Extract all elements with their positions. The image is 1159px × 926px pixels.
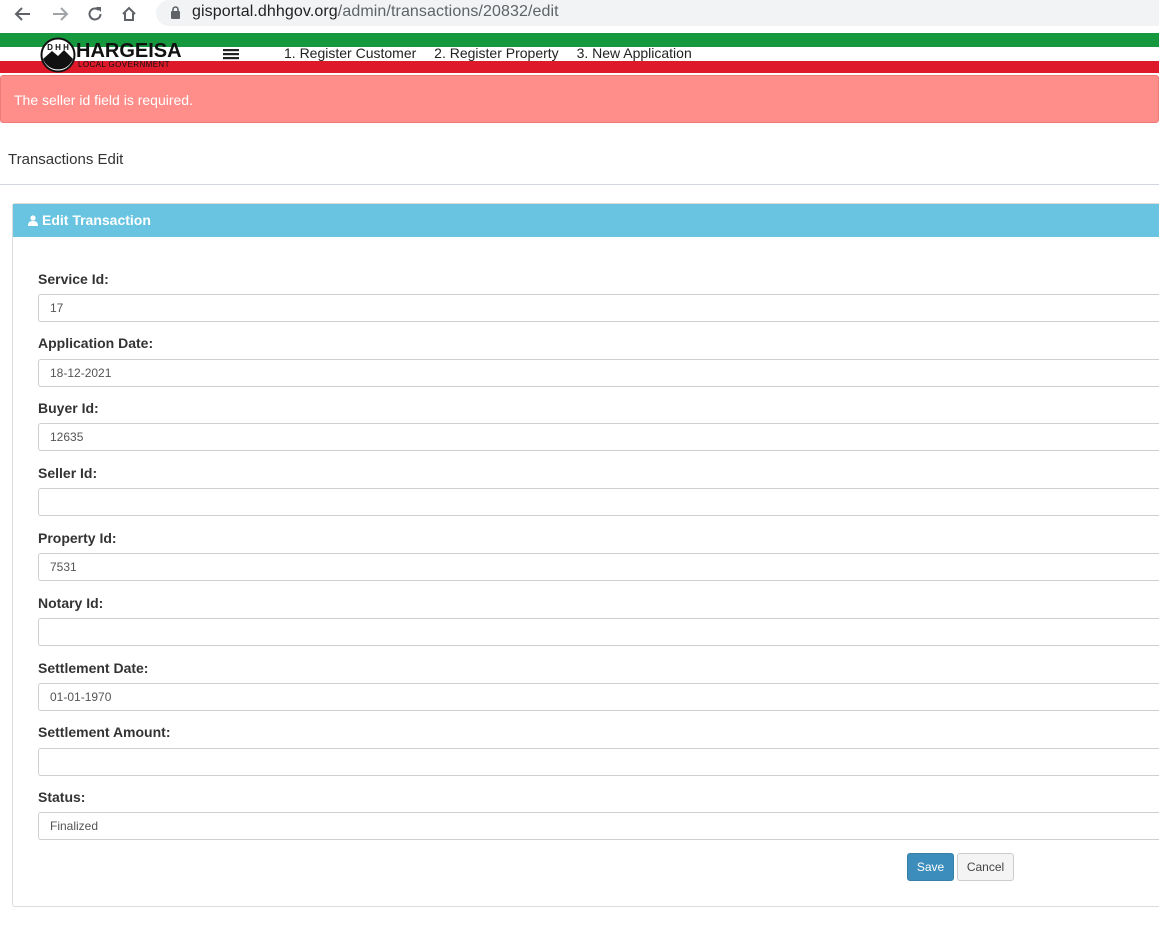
title-divider [0,184,1159,185]
user-icon [28,213,38,231]
address-bar[interactable]: gisportal.dhhgov.org/admin/transactions/… [156,0,1159,26]
save-button[interactable]: Save [907,853,954,881]
settlement-amount-label: Settlement Amount: [38,724,171,740]
site-logo[interactable]: D H H HARGEISA LOCAL GOVERNMENT [40,37,182,73]
panel-title: Edit Transaction [42,212,151,228]
error-alert: The seller id field is required. [0,75,1159,123]
status-label: Status: [38,789,86,805]
settlement-date-input[interactable] [38,683,1159,711]
logo-emblem-icon: D H H [40,37,76,78]
application-date-input[interactable] [38,359,1159,387]
error-alert-message: The seller id field is required. [14,92,193,108]
header-stripe-red [0,61,1159,73]
home-icon[interactable] [118,4,140,24]
service-id-input[interactable] [38,294,1159,322]
logo-title: HARGEISA [76,40,182,62]
svg-text:D H H: D H H [47,43,69,52]
url-text: gisportal.dhhgov.org/admin/transactions/… [192,3,559,21]
nav-register-property[interactable]: 2. Register Property [434,45,559,61]
buyer-id-input[interactable] [38,423,1159,451]
property-id-input[interactable] [38,553,1159,581]
page-title: Transactions Edit [8,151,124,168]
url-path: /admin/transactions/20832/edit [337,3,559,20]
seller-id-label: Seller Id: [38,465,98,481]
notary-id-input[interactable] [38,618,1159,646]
notary-id-label: Notary Id: [38,595,104,611]
settlement-date-label: Settlement Date: [38,660,149,676]
nav-register-customer[interactable]: 1. Register Customer [284,45,416,61]
lock-icon [170,6,181,24]
panel-heading: Edit Transaction [13,204,1159,237]
top-nav: 1. Register Customer 2. Register Propert… [284,45,706,61]
status-input[interactable] [38,812,1159,840]
browser-toolbar: gisportal.dhhgov.org/admin/transactions/… [0,0,1159,28]
nav-new-application[interactable]: 3. New Application [577,45,692,61]
service-id-label: Service Id: [38,271,109,287]
back-icon[interactable] [12,4,34,24]
settlement-amount-input[interactable] [38,748,1159,776]
logo-subtitle: LOCAL GOVERNMENT [78,60,170,69]
url-host: gisportal.dhhgov.org [192,3,338,20]
property-id-label: Property Id: [38,530,117,546]
seller-id-input[interactable] [38,488,1159,516]
reload-icon[interactable] [84,4,106,24]
cancel-button[interactable]: Cancel [957,853,1014,881]
menu-toggle-icon[interactable] [222,47,240,61]
application-date-label: Application Date: [38,335,154,351]
forward-icon[interactable] [49,4,71,24]
buyer-id-label: Buyer Id: [38,400,99,416]
